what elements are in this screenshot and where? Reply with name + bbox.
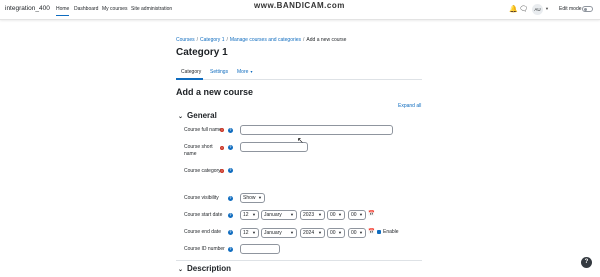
chevron-down-icon: ▼: [290, 230, 294, 235]
chevron-down-icon[interactable]: ▼: [545, 6, 549, 11]
chevron-down-icon: ⌄: [178, 114, 184, 120]
chevron-down-icon: ▼: [318, 212, 322, 217]
tab-more[interactable]: More ▼: [237, 69, 253, 75]
end-minute-select[interactable]: 00 ▼: [348, 228, 366, 238]
active-tab-indicator: [176, 78, 203, 80]
bandicam-watermark: www.BANDICAM.com: [254, 1, 345, 10]
avatar[interactable]: AU: [532, 4, 543, 15]
start-date-label: Course start date: [184, 212, 223, 218]
breadcrumb: Courses / Category 1/Manage courses and ca…: [176, 37, 347, 43]
id-number-input[interactable]: [240, 244, 280, 254]
chat-bubble-icon[interactable]: 🗨: [519, 5, 528, 13]
section-general-toggle[interactable]: ⌄ General: [178, 111, 217, 120]
chevron-down-icon: ▼: [318, 230, 322, 235]
section-divider: [176, 260, 422, 261]
breadcrumb-manage-courses[interactable]: Manage courses and categories: [230, 37, 301, 43]
help-button[interactable]: ?: [581, 257, 592, 268]
category-label: Course category: [184, 168, 221, 174]
help-icon[interactable]: ?: [228, 247, 233, 252]
help-icon[interactable]: ?: [228, 145, 233, 150]
chevron-down-icon: ▼: [338, 230, 342, 235]
edit-mode-label: Edit mode: [559, 6, 582, 12]
page-title: Category 1: [176, 47, 228, 58]
top-navbar: integration_400 Home Dashboard My course…: [0, 0, 600, 20]
chevron-down-icon: ▼: [258, 195, 262, 200]
help-icon[interactable]: ?: [228, 230, 233, 235]
calendar-icon[interactable]: 📅: [368, 211, 375, 217]
end-month-select[interactable]: January ▼: [261, 228, 297, 238]
help-icon[interactable]: ?: [228, 196, 233, 201]
start-month-select[interactable]: January ▼: [261, 210, 297, 220]
short-name-label: Course short name: [184, 144, 213, 157]
tab-category[interactable]: Category: [181, 69, 201, 75]
start-day-select[interactable]: 12 ▼: [240, 210, 259, 220]
mouse-cursor-icon: ↖: [297, 136, 304, 145]
help-icon[interactable]: ?: [228, 213, 233, 218]
full-name-label: Course full name: [184, 127, 222, 133]
calendar-icon[interactable]: 📅: [368, 229, 375, 235]
expand-all-link[interactable]: Expand all: [398, 103, 421, 109]
breadcrumb-category[interactable]: Category 1: [200, 37, 224, 43]
required-icon: !: [220, 128, 224, 132]
start-minute-select[interactable]: 00 ▼: [348, 210, 366, 220]
chevron-down-icon: ▼: [338, 212, 342, 217]
end-day-select[interactable]: 12 ▼: [240, 228, 259, 238]
chevron-down-icon: ▼: [359, 230, 363, 235]
required-icon: !: [220, 146, 224, 150]
enable-label: Enable: [383, 229, 399, 235]
nav-site-administration[interactable]: Site administration: [131, 6, 172, 12]
id-number-label: Course ID number: [184, 246, 225, 252]
chevron-down-icon: ▼: [249, 70, 254, 74]
visibility-label: Course visibility: [184, 195, 219, 201]
chevron-down-icon: ▼: [290, 212, 294, 217]
tab-settings[interactable]: Settings: [210, 69, 228, 75]
breadcrumb-courses[interactable]: Courses: [176, 37, 195, 43]
chevron-down-icon: ▼: [359, 212, 363, 217]
end-year-select[interactable]: 2024 ▼: [300, 228, 325, 238]
form-heading: Add a new course: [176, 87, 254, 97]
required-icon: !: [220, 169, 224, 173]
help-icon[interactable]: ?: [228, 168, 233, 173]
nav-dashboard[interactable]: Dashboard: [74, 6, 98, 12]
bell-icon[interactable]: 🔔: [509, 5, 518, 13]
chevron-down-icon: ⌄: [178, 267, 184, 273]
secondary-navigation: Category Settings More ▼: [176, 64, 422, 80]
nav-home[interactable]: Home: [56, 6, 70, 16]
end-date-enable-checkbox[interactable]: [377, 230, 381, 234]
start-year-select[interactable]: 2023 ▼: [300, 210, 325, 220]
chevron-down-icon: ▼: [252, 230, 256, 235]
section-description-toggle[interactable]: ⌄ Description: [178, 264, 231, 273]
site-name[interactable]: integration_400: [5, 5, 50, 12]
edit-mode-toggle[interactable]: [582, 6, 593, 12]
start-hour-select[interactable]: 00 ▼: [327, 210, 345, 220]
nav-my-courses[interactable]: My courses: [102, 6, 128, 12]
chevron-down-icon: ▼: [252, 212, 256, 217]
end-date-label: Course end date: [184, 229, 221, 235]
help-icon[interactable]: ?: [228, 128, 233, 133]
visibility-select[interactable]: Show ▼: [240, 193, 265, 203]
end-hour-select[interactable]: 00 ▼: [327, 228, 345, 238]
breadcrumb-current: Add a new course: [306, 37, 347, 43]
full-name-input[interactable]: [240, 125, 393, 135]
